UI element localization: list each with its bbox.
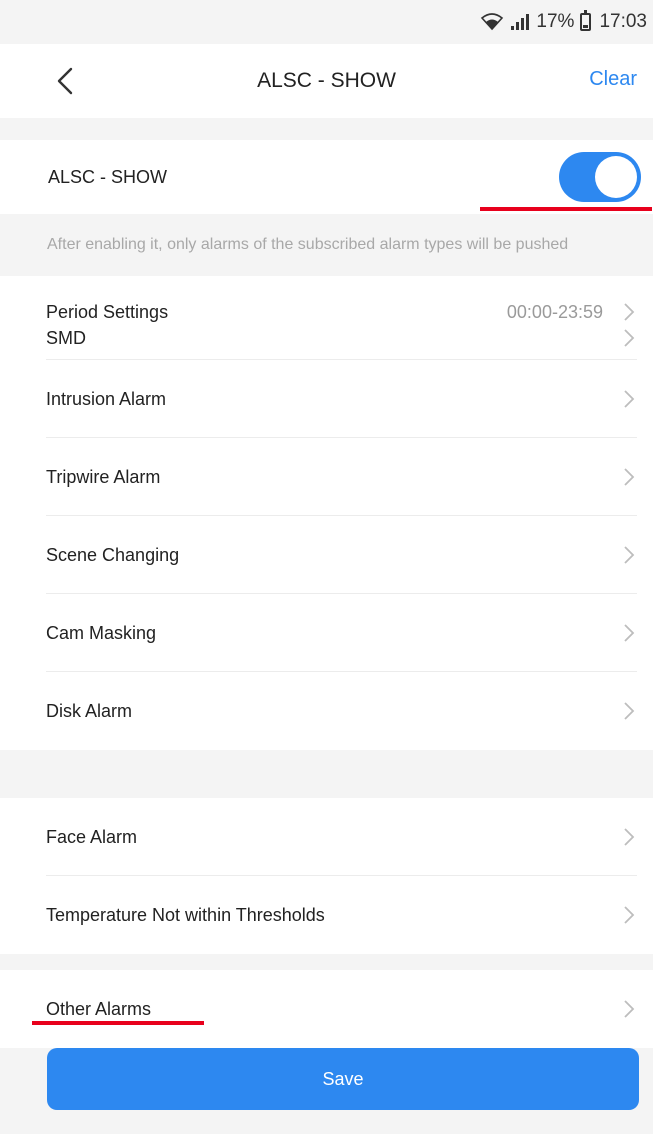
page-title: ALSC - SHOW — [257, 69, 396, 92]
alarm-row-label: Temperature Not within Thresholds — [46, 904, 325, 925]
battery-percent: 17% — [536, 11, 575, 32]
alarm-row-cam-masking[interactable]: Cam Masking — [0, 594, 653, 672]
chevron-right-icon — [624, 828, 635, 846]
nav-bar: ALSC - SHOW Clear — [0, 44, 653, 118]
chevron-right-icon — [624, 624, 635, 642]
alarm-row-intrusion-alarm[interactable]: Intrusion Alarm — [0, 360, 653, 438]
alarm-row-other-alarms[interactable]: Other Alarms — [0, 970, 653, 1048]
alarm-row-label: Scene Changing — [46, 544, 180, 565]
alarm-row-smd[interactable]: SMD — [0, 316, 653, 360]
alarm-row-label: Tripwire Alarm — [46, 466, 161, 487]
hint-text: After enabling it, only alarms of the su… — [0, 214, 653, 276]
alarm-row-label: SMD — [46, 327, 86, 348]
annotation-underline — [32, 1021, 204, 1025]
alarm-list-group-3: Other Alarms — [0, 970, 653, 1048]
alarm-row-label: Intrusion Alarm — [46, 388, 167, 409]
chevron-right-icon — [624, 546, 635, 564]
battery-icon — [580, 10, 592, 31]
chevron-right-icon — [624, 1000, 635, 1018]
alarm-row-label: Disk Alarm — [46, 700, 133, 721]
chevron-right-icon — [624, 329, 635, 347]
annotation-underline — [480, 207, 652, 211]
wifi-icon — [480, 13, 504, 31]
chevron-right-icon — [624, 906, 635, 924]
status-bar: 17% 17:03 — [0, 0, 653, 44]
toggle-label: ALSC - SHOW — [48, 166, 168, 187]
chevron-right-icon — [624, 702, 635, 720]
alarm-row-label: Other Alarms — [46, 998, 152, 1019]
alarm-list-group-2: Face Alarm Temperature Not within Thresho… — [0, 798, 653, 954]
master-toggle-switch[interactable] — [559, 152, 641, 202]
back-arrow-icon[interactable] — [50, 66, 80, 96]
signal-icon — [510, 13, 530, 31]
alarm-row-disk-alarm[interactable]: Disk Alarm — [0, 672, 653, 750]
section-gap — [0, 118, 653, 140]
chevron-right-icon — [624, 468, 635, 486]
toggle-knob — [595, 156, 637, 198]
alarm-row-temperature-not-within-thresholds[interactable]: Temperature Not within Thresholds — [0, 876, 653, 954]
clock: 17:03 — [599, 11, 647, 32]
alarm-row-tripwire-alarm[interactable]: Tripwire Alarm — [0, 438, 653, 516]
chevron-right-icon — [624, 390, 635, 408]
alarm-row-scene-changing[interactable]: Scene Changing — [0, 516, 653, 594]
section-gap — [0, 782, 653, 798]
period-settings-row[interactable]: Period Settings 00:00-23:59 — [0, 276, 653, 322]
clear-button[interactable]: Clear — [589, 68, 637, 91]
alarm-row-face-alarm[interactable]: Face Alarm — [0, 798, 653, 876]
alarm-row-label: Cam Masking — [46, 622, 157, 643]
alarm-row-label: Face Alarm — [46, 826, 138, 847]
save-container: Save — [47, 1048, 639, 1110]
section-gap — [0, 954, 653, 970]
master-toggle-row: ALSC - SHOW — [0, 140, 653, 214]
alarm-list-group-1: Period Settings 00:00-23:59 SMD Intrusion… — [0, 276, 653, 750]
save-button[interactable]: Save — [47, 1048, 639, 1110]
